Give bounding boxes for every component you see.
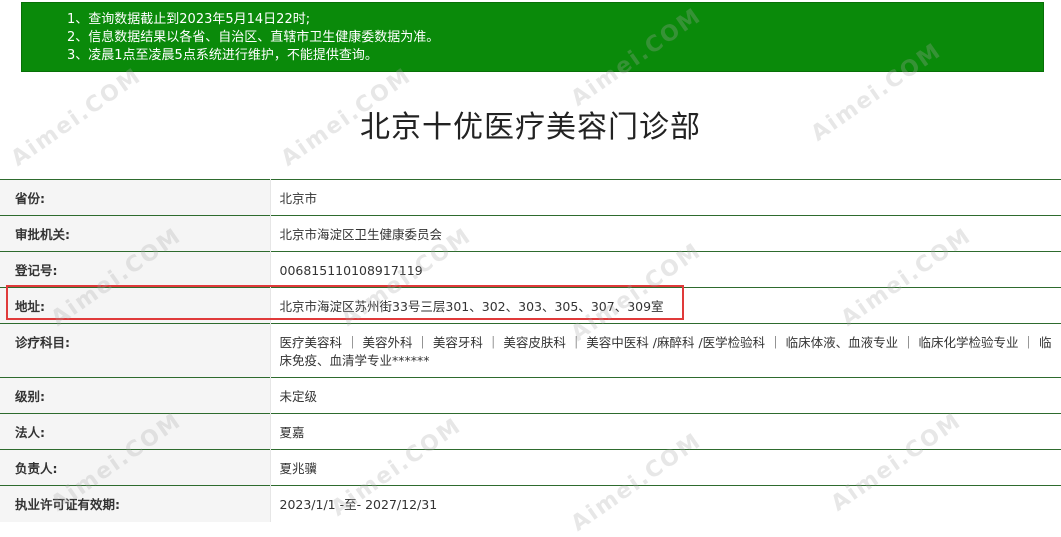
row-value-legal-person: 夏嘉 <box>279 425 305 440</box>
row-label-registration-number: 登记号: <box>15 263 58 278</box>
notice-banner: 1、查询数据截止到2023年5月14日22时; 2、信息数据结果以各省、自治区、… <box>21 2 1044 72</box>
row-value-departments: 医疗美容科 ｜ 美容外科 ｜ 美容牙科 ｜ 美容皮肤科 ｜ 美容中医科 /麻醉科… <box>279 335 1052 368</box>
row-label-departments: 诊疗科目: <box>15 335 70 350</box>
table-row-license-validity: 执业许可证有效期: 2023/1/1 -至- 2027/12/31 <box>0 485 1061 522</box>
table-row-approval-authority: 审批机关: 北京市海淀区卫生健康委员会 <box>0 215 1061 252</box>
table-row-province: 省份: 北京市 <box>0 179 1061 216</box>
table-row-person-in-charge: 负责人: 夏兆骥 <box>0 449 1061 486</box>
row-value-level: 未定级 <box>279 389 318 404</box>
table-row-departments: 诊疗科目: 医疗美容科 ｜ 美容外科 ｜ 美容牙科 ｜ 美容皮肤科 ｜ 美容中医… <box>0 323 1061 378</box>
notice-line-1: 1、查询数据截止到2023年5月14日22时; <box>67 12 311 27</box>
row-label-address: 地址: <box>15 299 45 314</box>
info-table: 省份: 北京市 审批机关: 北京市海淀区卫生健康委员会 登记号: 0068151… <box>0 179 1061 522</box>
table-row-registration-number: 登记号: 006815110108917119 <box>0 251 1061 288</box>
row-value-approval-authority: 北京市海淀区卫生健康委员会 <box>279 227 443 242</box>
notice-line-3: 3、凌晨1点至凌晨5点系统进行维护，不能提供查询。 <box>67 48 378 63</box>
row-value-registration-number: 006815110108917119 <box>279 263 423 278</box>
row-label-license-validity: 执业许可证有效期: <box>15 497 120 512</box>
row-label-level: 级别: <box>15 389 45 404</box>
row-value-address: 北京市海淀区苏州街33号三层301、302、303、305、307、309室 <box>279 299 664 314</box>
row-value-province: 北京市 <box>279 191 318 206</box>
row-value-license-validity: 2023/1/1 -至- 2027/12/31 <box>279 497 438 512</box>
table-row-legal-person: 法人: 夏嘉 <box>0 413 1061 450</box>
table-row-address: 地址: 北京市海淀区苏州街33号三层301、302、303、305、307、30… <box>0 287 1061 324</box>
row-value-person-in-charge: 夏兆骥 <box>279 461 318 476</box>
row-label-province: 省份: <box>15 191 45 206</box>
notice-line-2: 2、信息数据结果以各省、自治区、直辖市卫生健康委数据为准。 <box>67 30 440 45</box>
row-label-legal-person: 法人: <box>15 425 45 440</box>
row-label-approval-authority: 审批机关: <box>15 227 70 242</box>
page-title: 北京十优医疗美容门诊部 <box>360 110 701 145</box>
row-label-person-in-charge: 负责人: <box>15 461 58 476</box>
table-row-level: 级别: 未定级 <box>0 377 1061 414</box>
